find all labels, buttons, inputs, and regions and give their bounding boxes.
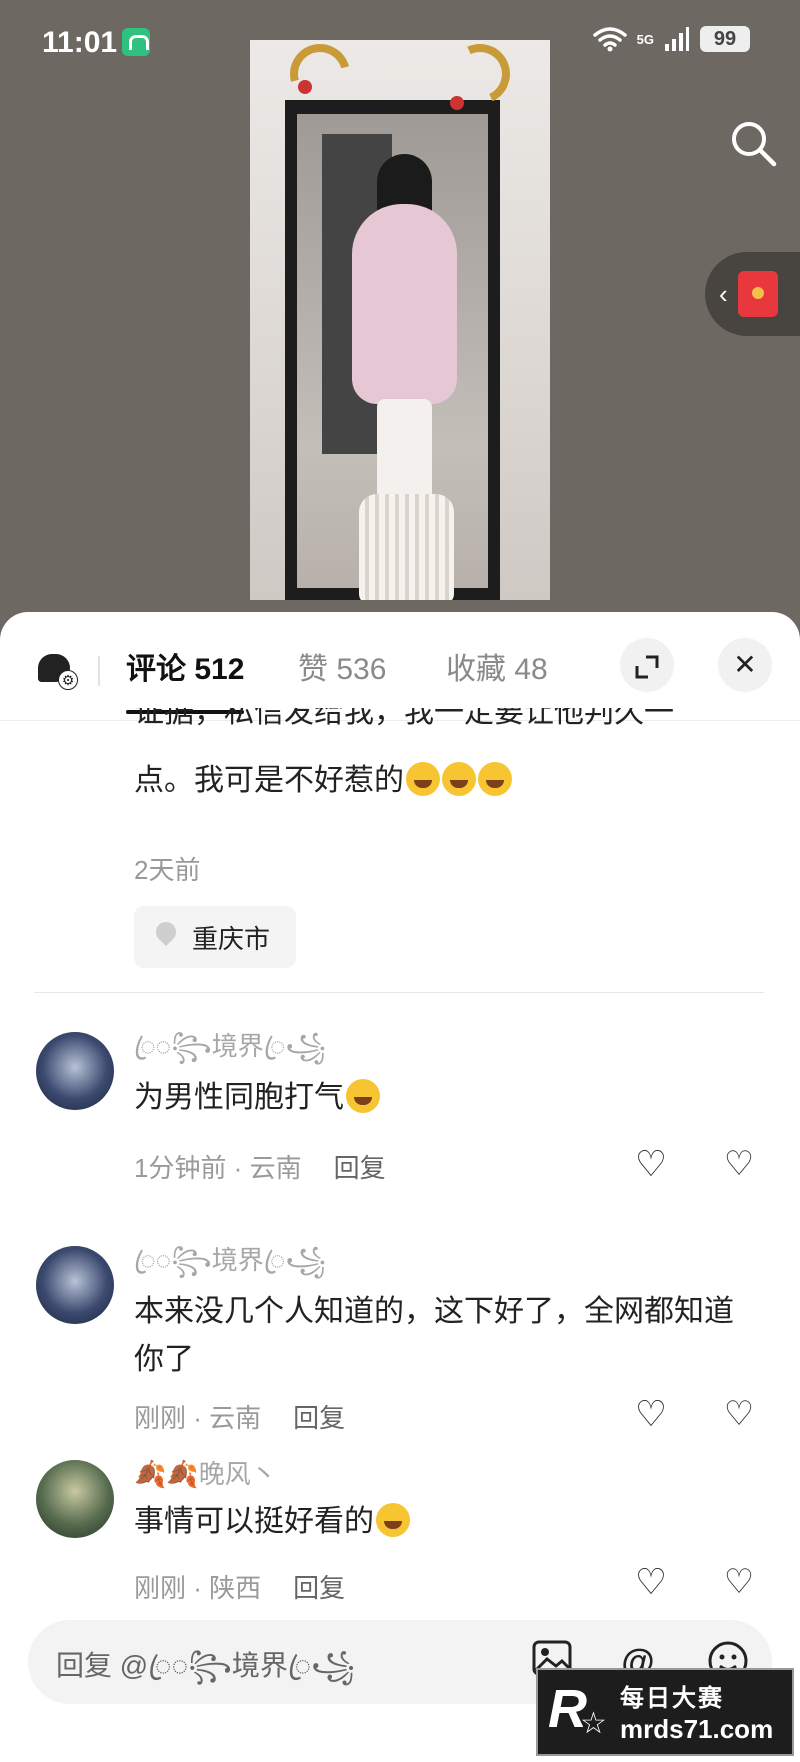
expand-icon xyxy=(635,655,659,679)
reply-placeholder: 回复 @ꦿ◌꧂境界ꦿ꧁ xyxy=(56,1650,355,1681)
site-watermark: R ☆ 每日大赛 mrds71.com xyxy=(536,1668,794,1756)
location-pin-icon xyxy=(154,922,178,952)
comment-text: 为男性同胞打气 xyxy=(134,1081,344,1114)
watermark-url: mrds71.com xyxy=(620,1714,774,1744)
comment-divider xyxy=(34,992,764,993)
status-bar: 11:01 5G 99 xyxy=(0,0,800,90)
video-area[interactable]: 11:01 5G 99 ‹ xyxy=(0,0,800,640)
divider xyxy=(98,656,100,686)
search-button[interactable] xyxy=(728,118,778,168)
comment-text-cut: 证据，私信发给我，我一定要让他判久一 xyxy=(134,708,674,729)
grin-emoji-icon xyxy=(406,762,440,796)
comment-text: 本来没几个人知道的，这下好了，全网都知道你了 xyxy=(134,1295,734,1376)
comment-text: 点。我可是不好惹的 xyxy=(134,758,754,804)
watermark-title: 每日大赛 xyxy=(620,1685,724,1712)
reply-button[interactable]: 回复 xyxy=(293,1568,345,1605)
network-label: 5G xyxy=(636,31,654,47)
ornament xyxy=(450,96,464,110)
figure-coat xyxy=(352,204,457,404)
tab-favorites[interactable]: 收藏 48 xyxy=(446,640,548,700)
comment-time-location: 1分钟前 · 云南 xyxy=(134,1153,302,1183)
grin-emoji-icon xyxy=(442,762,476,796)
dislike-heart-icon[interactable]: ♡ xyxy=(720,1564,758,1600)
status-time: 11:01 xyxy=(42,26,118,59)
smile-emoji-icon xyxy=(376,1503,410,1537)
avatar[interactable] xyxy=(36,1032,114,1110)
avatar[interactable] xyxy=(36,1246,114,1324)
wifi-icon xyxy=(592,27,627,52)
comment-nickname[interactable]: 🍂🍂晚风丶 xyxy=(134,1454,277,1491)
chevron-left-icon: ‹ xyxy=(719,278,728,309)
reply-button[interactable]: 回复 xyxy=(334,1148,386,1185)
avatar[interactable] xyxy=(36,1460,114,1538)
star-icon: ☆ xyxy=(580,1707,607,1740)
comment-meta: 刚刚 · 陕西 回复 xyxy=(134,1568,345,1605)
screen: 11:01 5G 99 ‹ ⚙ 评论 512 赞 536 收藏 48 ✕ 证据，… xyxy=(0,0,800,1762)
close-icon: ✕ xyxy=(733,649,757,680)
comments-sheet: 评论 512 赞 536 收藏 48 ✕ 证据，私信发给我，我一定要让他判久一 … xyxy=(0,612,800,1762)
search-icon xyxy=(732,122,777,167)
signal-icon xyxy=(665,27,689,51)
comment-time-location: 刚刚 · 陕西 xyxy=(134,1573,262,1603)
tab-likes[interactable]: 赞 536 xyxy=(298,640,386,700)
dislike-heart-icon[interactable]: ♡ xyxy=(720,1146,758,1182)
close-button[interactable]: ✕ xyxy=(718,638,772,692)
comment-nickname[interactable]: ꦿ◌꧂境界ꦿ꧁ xyxy=(134,1240,326,1293)
comment-body: 本来没几个人知道的，这下好了，全网都知道你了 xyxy=(134,1288,734,1384)
comment-meta: 1分钟前 · 云南 回复 xyxy=(134,1148,386,1185)
figure-boots xyxy=(359,494,454,600)
like-heart-icon[interactable]: ♡ xyxy=(632,1564,670,1600)
like-heart-icon[interactable]: ♡ xyxy=(632,1396,670,1432)
location-label: 重庆市 xyxy=(192,923,271,954)
location-chip[interactable]: 重庆市 xyxy=(134,906,297,968)
comment-body: 为男性同胞打气 xyxy=(134,1074,734,1122)
expand-button[interactable] xyxy=(620,638,674,692)
video-frame xyxy=(250,40,550,600)
comment-text: 事情可以挺好看的 xyxy=(134,1505,374,1538)
laugh-cry-emoji-icon xyxy=(346,1079,380,1113)
comment-body: 事情可以挺好看的 xyxy=(134,1498,734,1546)
comment-time-location: 刚刚 · 云南 xyxy=(134,1403,262,1433)
comment-settings-icon[interactable] xyxy=(38,654,78,690)
tab-comments[interactable]: 评论 512 xyxy=(126,640,245,714)
red-packet-icon xyxy=(737,271,778,317)
comment-text-line: 点。我可是不好惹的 xyxy=(134,764,404,797)
comment-time: 2天前 xyxy=(134,855,201,885)
grin-emoji-icon xyxy=(478,762,512,796)
red-packet-entry[interactable]: ‹ xyxy=(705,252,800,336)
comment-meta: 刚刚 · 云南 回复 xyxy=(134,1398,345,1435)
like-heart-icon[interactable]: ♡ xyxy=(632,1146,670,1182)
status-right: 5G 99 xyxy=(592,26,750,52)
battery-indicator: 99 xyxy=(700,26,750,52)
dislike-heart-icon[interactable]: ♡ xyxy=(720,1396,758,1432)
app-notification-icon xyxy=(122,28,150,56)
reply-button[interactable]: 回复 xyxy=(293,1398,345,1435)
mirror xyxy=(285,100,500,600)
comment-nickname[interactable]: ꦿ◌꧂境界ꦿ꧁ xyxy=(134,1026,326,1079)
sheet-header: 评论 512 赞 536 收藏 48 ✕ xyxy=(0,612,800,720)
